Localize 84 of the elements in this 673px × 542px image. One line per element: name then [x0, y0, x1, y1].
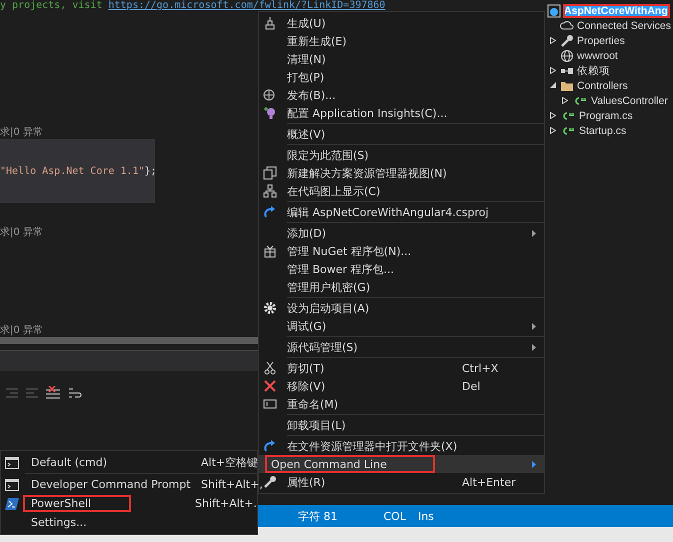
tree-item[interactable]: Controllers	[577, 80, 628, 92]
window-icon	[263, 166, 277, 180]
menu-item[interactable]: Developer Command Prompt	[23, 476, 201, 493]
menu-item[interactable]: PowerShell	[23, 495, 131, 512]
menu-item[interactable]: 重新生成(E)	[281, 34, 532, 48]
stack-icon	[263, 16, 277, 30]
package-icon	[263, 244, 277, 258]
outdent-icon[interactable]	[26, 387, 38, 399]
menu-item[interactable]: 源代码管理(S)	[281, 340, 532, 354]
code-comment: y projects, visit	[0, 0, 104, 11]
menu-item[interactable]: 发布(B)...	[281, 88, 532, 102]
lightbulb-icon	[263, 106, 277, 120]
csharp-file-icon	[572, 94, 588, 106]
scrollbar[interactable]	[0, 337, 258, 344]
tree-item[interactable]: Properties	[577, 34, 625, 46]
menu-item[interactable]: Open Command Line	[265, 455, 435, 473]
expanded-arrow-icon[interactable]	[550, 82, 556, 89]
menu-item[interactable]: 打包(P)	[281, 70, 532, 84]
powershell-icon	[5, 498, 19, 510]
menu-item[interactable]: 限定为此范围(S)	[281, 148, 532, 162]
tree-item[interactable]: Startup.cs	[579, 124, 626, 136]
project-icon	[547, 4, 561, 18]
menu-item[interactable]: 卸载项目(L)	[281, 418, 532, 432]
menu-item[interactable]: 属性(R) Alt+Enter	[281, 474, 532, 490]
url-link[interactable]: https://go.microsoft.com/fwlink/?LinkID=397860	[108, 0, 386, 11]
status-text: Ins	[418, 510, 434, 522]
tree-item[interactable]: Connected Services	[577, 20, 671, 32]
menu-item[interactable]: 添加(D)	[281, 226, 532, 240]
menu-item[interactable]: 管理用户机密(G)	[281, 280, 532, 294]
codelens-text: 求|0 异常	[0, 227, 43, 238]
menu-item[interactable]: 生成(U)	[281, 16, 532, 30]
menu-item[interactable]: 管理 Bower 程序包...	[281, 262, 532, 276]
redo-arrow-icon	[263, 439, 277, 453]
collapsed-arrow-icon[interactable]	[550, 67, 556, 74]
rename-icon	[263, 397, 277, 411]
shortcut-text: Shift+Alt+.	[195, 497, 257, 510]
csharp-file-icon	[560, 124, 576, 136]
tree-item[interactable]: Program.cs	[579, 110, 633, 122]
globe-icon	[263, 88, 277, 102]
menu-item[interactable]: 移除(V) Del	[281, 378, 532, 394]
collapsed-arrow-icon[interactable]	[550, 37, 556, 44]
menu-item[interactable]: 清理(N)	[281, 52, 532, 66]
menu-item[interactable]: 编辑 AspNetCoreWithAngular4.csproj	[281, 204, 532, 220]
tree-item[interactable]: ValuesController	[591, 94, 668, 106]
collapsed-arrow-icon[interactable]	[550, 127, 556, 134]
wrench-icon	[560, 34, 574, 48]
menu-item[interactable]: 在代码图上显示(C)	[281, 184, 532, 198]
menu-item[interactable]: 配置 Application Insights(C)...	[281, 106, 532, 120]
shortcut-text: Alt+空格键	[201, 455, 260, 470]
gear-icon	[263, 301, 277, 315]
word-wrap-icon[interactable]	[68, 386, 82, 400]
delete-icon	[263, 379, 277, 393]
csharp-file-icon	[560, 110, 576, 122]
menu-item[interactable]: 在文件资源管理器中打开文件夹(X)	[281, 438, 532, 454]
tree-item[interactable]: 依赖项	[577, 64, 610, 78]
indent-icon[interactable]	[6, 387, 18, 399]
menu-item[interactable]: 新建解决方案资源管理器视图(N)	[281, 166, 532, 180]
menu-item[interactable]: 管理 NuGet 程序包(N)...	[281, 244, 532, 258]
clear-all-icon[interactable]	[46, 386, 60, 400]
codelens-text: 求|0 异常	[0, 325, 43, 336]
wrench-icon	[263, 475, 277, 489]
code-string: "Hello Asp.Net Core 1.1"	[0, 166, 144, 176]
menu-item[interactable]: Default (cmd)	[23, 454, 201, 471]
codelens-text: 求|0 异常	[0, 127, 43, 138]
menu-item[interactable]: 设为启动项目(A)	[281, 300, 532, 316]
menu-item[interactable]: 调试(G)	[281, 318, 532, 334]
status-text: COL	[384, 510, 406, 522]
menu-item[interactable]: 概述(V)	[281, 126, 532, 142]
collapsed-arrow-icon[interactable]	[562, 97, 568, 104]
shortcut-text: Shift+Alt+,	[201, 478, 263, 491]
console-icon	[5, 478, 19, 490]
code-text: };	[144, 166, 157, 176]
tree-item[interactable]: wwwroot	[577, 50, 618, 62]
scissors-icon	[263, 361, 277, 375]
globe-icon	[560, 48, 574, 62]
collapsed-arrow-icon[interactable]	[550, 112, 556, 119]
console-icon	[5, 456, 19, 468]
menu-item[interactable]: 重命名(M)	[281, 396, 532, 412]
status-text: 字符 81	[298, 508, 338, 524]
menu-item[interactable]: 剪切(T) Ctrl+X	[281, 360, 532, 376]
cloud-icon	[560, 18, 574, 32]
menu-item[interactable]: Settings...	[23, 514, 201, 531]
redo-arrow-icon	[263, 205, 277, 219]
diagram-icon	[263, 184, 277, 198]
